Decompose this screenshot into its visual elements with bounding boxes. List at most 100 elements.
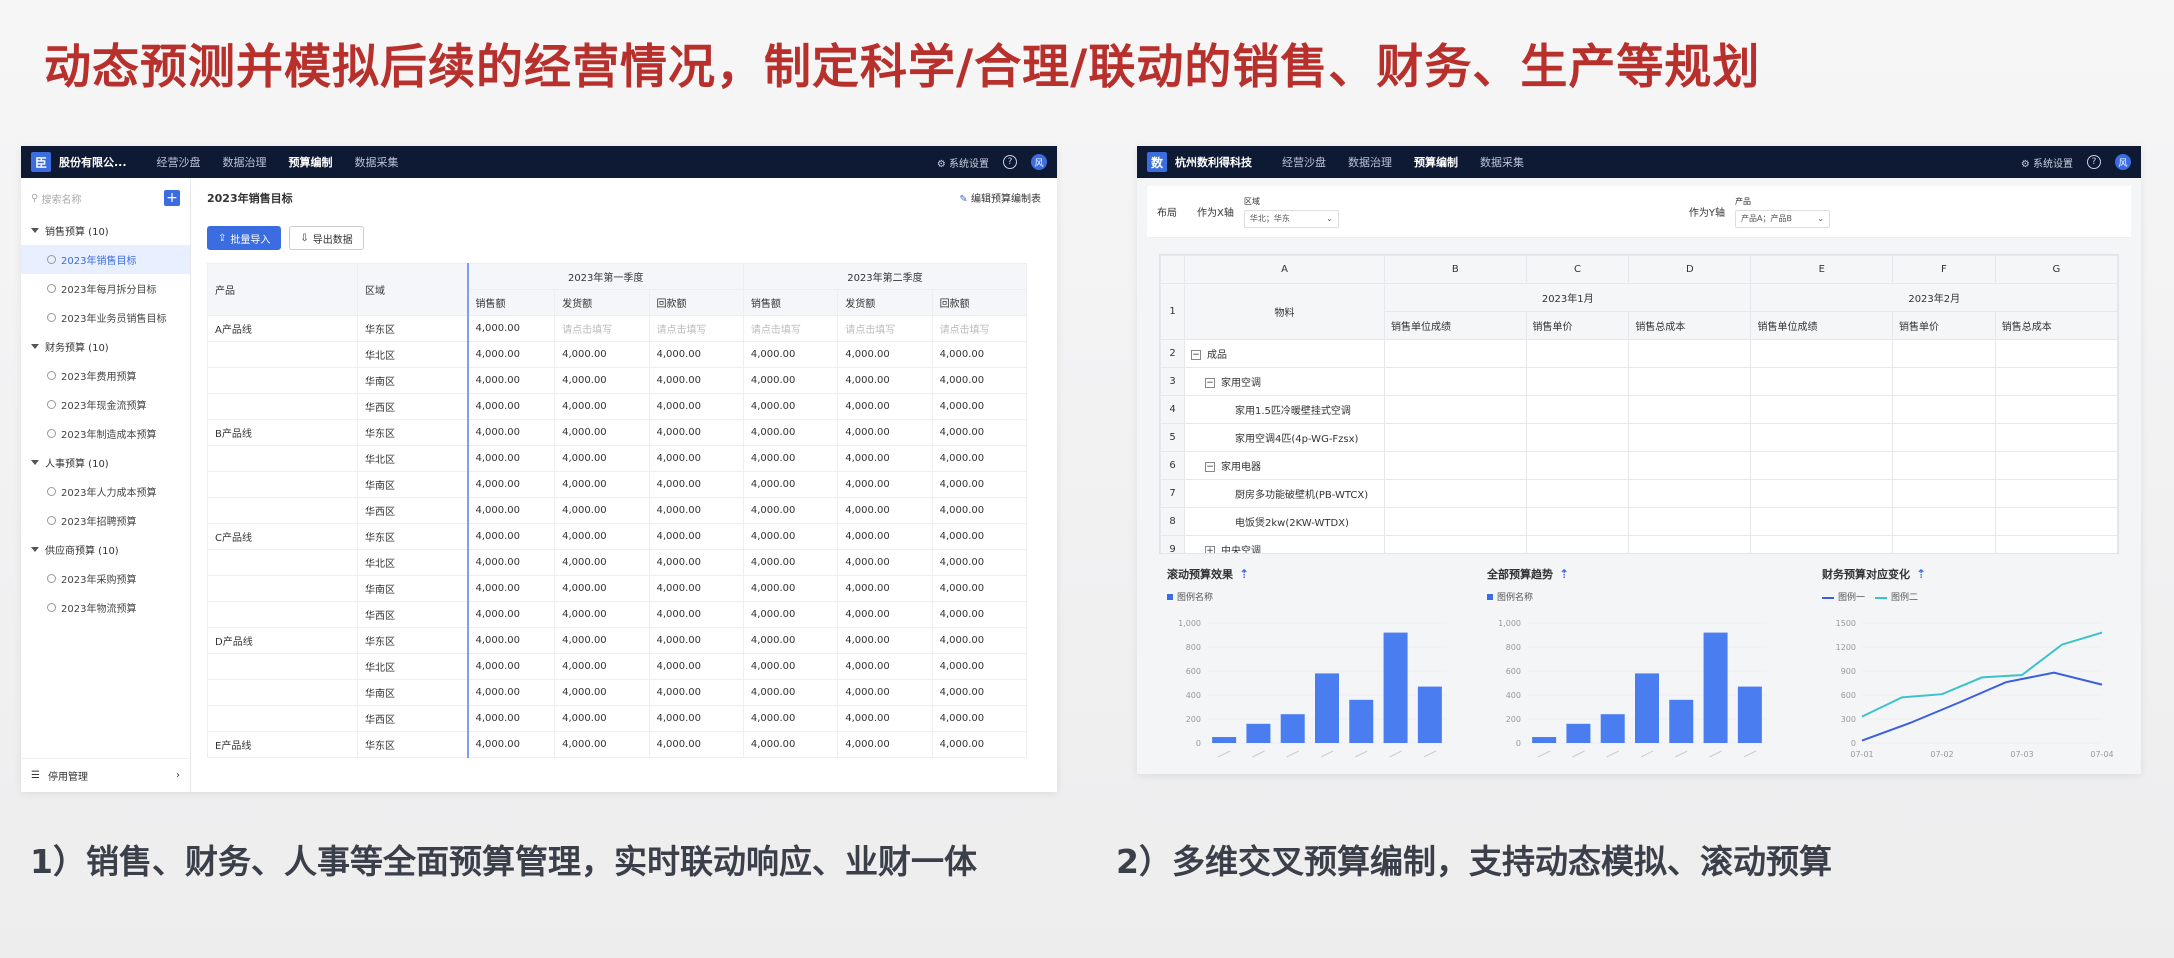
value-cell[interactable]: 4,000.00 xyxy=(648,627,744,654)
value-cell[interactable]: 4,000.00 xyxy=(837,679,933,706)
tree-item[interactable]: 2023年费用预算 xyxy=(21,361,190,390)
value-cell[interactable]: 4,000.00 xyxy=(931,679,1028,706)
value-cell[interactable]: 4,000.00 xyxy=(648,653,744,680)
value-cell[interactable]: 4,000.00 xyxy=(466,731,556,758)
grid-cell[interactable] xyxy=(1384,507,1527,536)
value-cell[interactable]: 4,000.00 xyxy=(648,705,744,732)
grid-cell[interactable] xyxy=(1525,339,1630,368)
value-cell[interactable]: 4,000.00 xyxy=(648,601,744,628)
grid-cell[interactable] xyxy=(1750,535,1894,553)
grid-cell[interactable] xyxy=(1994,507,2118,536)
value-cell[interactable]: 4,000.00 xyxy=(742,445,839,472)
grid-cell[interactable] xyxy=(1750,339,1894,368)
nav-item-sandbox[interactable]: 经营沙盘 xyxy=(1282,154,1326,170)
value-cell[interactable]: 4,000.00 xyxy=(466,575,556,602)
nav-item-sandbox[interactable]: 经营沙盘 xyxy=(157,154,201,170)
value-cell[interactable]: 4,000.00 xyxy=(466,653,556,680)
value-cell[interactable]: 4,000.00 xyxy=(931,731,1028,758)
value-cell[interactable]: 4,000.00 xyxy=(648,679,744,706)
value-cell[interactable]: 4,000.00 xyxy=(837,445,933,472)
value-cell[interactable]: 4,000.00 xyxy=(837,497,933,524)
value-cell[interactable]: 4,000.00 xyxy=(931,419,1028,446)
value-cell[interactable]: 4,000.00 xyxy=(466,679,556,706)
value-cell[interactable]: 4,000.00 xyxy=(554,731,650,758)
value-cell[interactable]: 4,000.00 xyxy=(742,471,839,498)
value-cell[interactable]: 4,000.00 xyxy=(931,523,1028,550)
grid-cell[interactable] xyxy=(1384,451,1527,480)
value-cell[interactable]: 4,000.00 xyxy=(837,705,933,732)
value-cell[interactable]: 请点击填写 xyxy=(931,315,1028,342)
value-cell[interactable]: 请点击填写 xyxy=(837,315,933,342)
value-cell[interactable]: 4,000.00 xyxy=(554,367,650,394)
value-cell[interactable]: 4,000.00 xyxy=(554,575,650,602)
grid-cell[interactable] xyxy=(1750,507,1894,536)
value-cell[interactable]: 4,000.00 xyxy=(554,341,650,368)
grid-cell[interactable] xyxy=(1994,479,2118,508)
tree-item[interactable]: 2023年招聘预算 xyxy=(21,506,190,535)
grid-cell[interactable] xyxy=(1384,395,1527,424)
collapse-icon[interactable]: − xyxy=(1191,350,1201,360)
collapse-icon[interactable]: − xyxy=(1205,378,1215,388)
value-cell[interactable]: 4,000.00 xyxy=(648,367,744,394)
value-cell[interactable]: 4,000.00 xyxy=(648,445,744,472)
value-cell[interactable]: 4,000.00 xyxy=(742,627,839,654)
grid-cell[interactable] xyxy=(1628,367,1752,396)
tree-item[interactable]: 2023年物流预算 xyxy=(21,593,190,622)
value-cell[interactable]: 4,000.00 xyxy=(742,705,839,732)
value-cell[interactable]: 4,000.00 xyxy=(931,471,1028,498)
value-cell[interactable]: 4,000.00 xyxy=(554,393,650,420)
value-cell[interactable]: 4,000.00 xyxy=(837,341,933,368)
value-cell[interactable]: 4,000.00 xyxy=(648,575,744,602)
import-button[interactable]: ⇪ 批量导入 xyxy=(207,226,282,250)
value-cell[interactable]: 4,000.00 xyxy=(837,549,933,576)
value-cell[interactable]: 4,000.00 xyxy=(742,575,839,602)
value-cell[interactable]: 4,000.00 xyxy=(742,679,839,706)
value-cell[interactable]: 4,000.00 xyxy=(648,731,744,758)
grid-cell[interactable] xyxy=(1892,451,1996,480)
value-cell[interactable]: 4,000.00 xyxy=(931,653,1028,680)
value-cell[interactable]: 4,000.00 xyxy=(648,393,744,420)
value-cell[interactable]: 4,000.00 xyxy=(931,549,1028,576)
value-cell[interactable]: 4,000.00 xyxy=(742,341,839,368)
value-cell[interactable]: 4,000.00 xyxy=(554,445,650,472)
grid-cell[interactable] xyxy=(1892,535,1996,553)
value-cell[interactable]: 4,000.00 xyxy=(466,445,556,472)
value-cell[interactable]: 4,000.00 xyxy=(742,393,839,420)
value-cell[interactable]: 4,000.00 xyxy=(466,471,556,498)
grid-cell[interactable] xyxy=(1892,367,1996,396)
value-cell[interactable]: 4,000.00 xyxy=(931,601,1028,628)
expand-icon[interactable]: + xyxy=(1205,546,1215,553)
help-icon[interactable]: ? xyxy=(2087,155,2101,169)
value-cell[interactable]: 4,000.00 xyxy=(554,497,650,524)
value-cell[interactable]: 4,000.00 xyxy=(466,315,556,342)
value-cell[interactable]: 4,000.00 xyxy=(742,601,839,628)
value-cell[interactable]: 4,000.00 xyxy=(466,341,556,368)
tree-item[interactable]: 2023年销售目标 xyxy=(21,245,190,274)
value-cell[interactable]: 4,000.00 xyxy=(648,497,744,524)
value-cell[interactable]: 4,000.00 xyxy=(554,471,650,498)
avatar[interactable]: 风 xyxy=(1031,154,1047,170)
grid-cell[interactable] xyxy=(1628,451,1752,480)
grid-cell[interactable] xyxy=(1525,535,1630,553)
grid-cell[interactable] xyxy=(1994,451,2118,480)
search-input[interactable]: 搜索名称 xyxy=(42,191,82,206)
value-cell[interactable]: 4,000.00 xyxy=(837,471,933,498)
value-cell[interactable]: 4,000.00 xyxy=(466,601,556,628)
grid-cell[interactable] xyxy=(1525,367,1630,396)
value-cell[interactable]: 4,000.00 xyxy=(648,341,744,368)
grid-cell[interactable] xyxy=(1525,423,1630,452)
sort-icon[interactable]: ⇡ xyxy=(1916,567,1926,581)
settings-link[interactable]: ⚙ 系统设置 xyxy=(2021,155,2073,170)
grid-cell[interactable] xyxy=(1750,451,1894,480)
avatar[interactable]: 风 xyxy=(2115,154,2131,170)
nav-item-governance[interactable]: 数据治理 xyxy=(1348,154,1392,170)
value-cell[interactable]: 4,000.00 xyxy=(931,705,1028,732)
value-cell[interactable]: 4,000.00 xyxy=(466,523,556,550)
tree-group[interactable]: 人事预算 (10) xyxy=(21,448,190,477)
grid-cell[interactable] xyxy=(1892,479,1996,508)
value-cell[interactable]: 4,000.00 xyxy=(554,601,650,628)
grid-cell[interactable] xyxy=(1994,535,2118,553)
tree-item[interactable]: 2023年制造成本预算 xyxy=(21,419,190,448)
nav-item-collection[interactable]: 数据采集 xyxy=(1480,154,1524,170)
grid-cell[interactable] xyxy=(1525,479,1630,508)
